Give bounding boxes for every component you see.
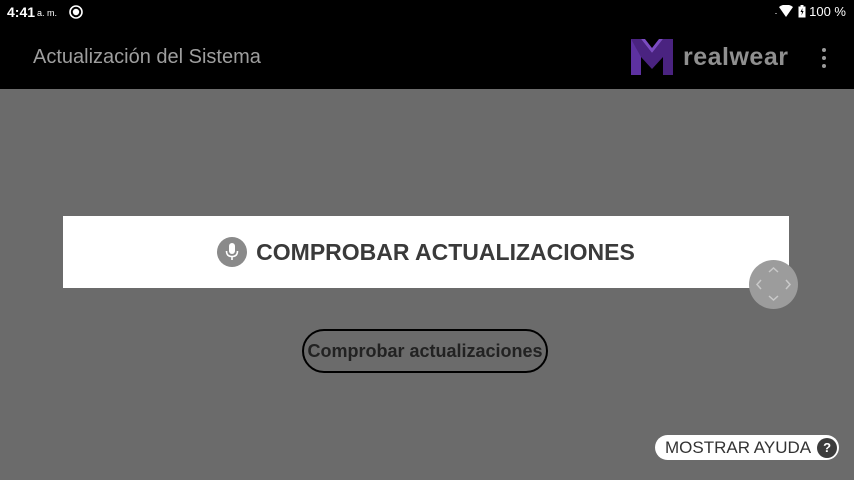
- show-help-label: MOSTRAR AYUDA: [665, 437, 812, 457]
- radio-icon: [69, 5, 83, 19]
- realwear-logo-icon: [631, 39, 673, 75]
- wifi-icon: [775, 5, 794, 17]
- status-bar: 4:41 a. m. 100 %: [0, 0, 854, 25]
- status-indicators: 100 %: [775, 4, 846, 19]
- status-time: 4:41: [7, 4, 36, 20]
- status-ampm: a. m.: [37, 8, 58, 18]
- banner-label: COMPROBAR ACTUALIZACIONES: [256, 238, 635, 265]
- directional-pad-icon[interactable]: [749, 260, 798, 309]
- help-icon: ?: [817, 437, 838, 458]
- check-updates-button[interactable]: Comprobar actualizaciones: [302, 329, 548, 373]
- battery-icon: [798, 5, 806, 18]
- voice-command-banner[interactable]: COMPROBAR ACTUALIZACIONES: [63, 216, 789, 288]
- realwear-logo: realwear: [629, 37, 788, 77]
- more-vert-icon[interactable]: [817, 46, 831, 70]
- app-bar: Actualización del Sistema realwear: [0, 25, 854, 89]
- mic-icon: [217, 237, 248, 267]
- show-help-button[interactable]: MOSTRAR AYUDA ?: [655, 435, 839, 460]
- page-title: Actualización del Sistema: [33, 46, 261, 68]
- battery-level: 100 %: [809, 4, 846, 19]
- logo-text: realwear: [683, 42, 789, 71]
